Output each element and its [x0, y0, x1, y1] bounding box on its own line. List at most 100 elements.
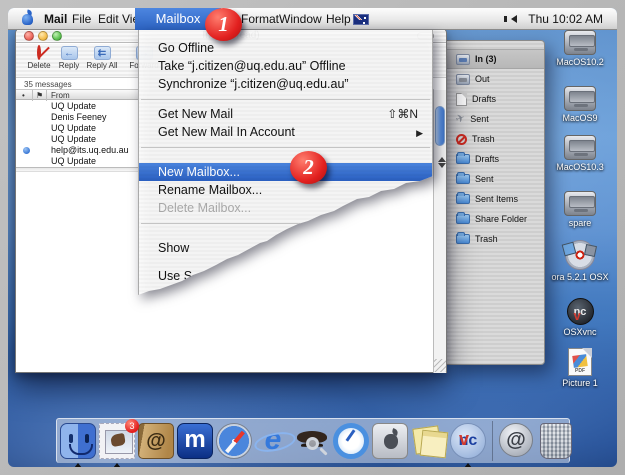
mailbox-label: Sent [475, 174, 494, 184]
dock-item-address-book[interactable]: @ [138, 423, 174, 459]
folder-icon [456, 214, 470, 224]
menu-item-rename-mailbox[interactable]: Rename Mailbox... [139, 181, 432, 199]
menu-window[interactable]: Window [279, 8, 322, 30]
mailbox-label: Sent [470, 114, 489, 124]
hard-drive-icon [564, 86, 596, 111]
scrollbar-arrows[interactable] [436, 150, 445, 172]
menu-padding [139, 30, 432, 39]
menu-item-delete-mailbox: Delete Mailbox... [139, 199, 432, 217]
desktop-icon-eudora[interactable]: ora 5.2.1 OSX [547, 240, 613, 282]
apple-menu[interactable] [21, 8, 35, 30]
mailbox-item-share-folder[interactable]: Share Folder [446, 209, 544, 229]
unread-count-badge: 3 [125, 419, 139, 433]
reply-all-button[interactable]: ⇇ Reply All [82, 46, 122, 70]
column-divider[interactable] [46, 90, 47, 101]
desktop-icon-macos102[interactable]: MacOS10.2 [547, 30, 613, 67]
menu-item-label: New Mailbox... [158, 165, 240, 179]
desktop-icon-label: MacOS10.2 [547, 57, 613, 67]
desktop-icon-picture1[interactable]: PDF Picture 1 [547, 348, 613, 388]
menu-format[interactable]: Format [241, 8, 279, 30]
mailbox-list: In (3) Out Drafts ✈ Sent Trash [446, 49, 544, 249]
pdf-document-icon: PDF [568, 348, 592, 376]
dock-item-system-preferences[interactable] [372, 423, 408, 459]
delete-button[interactable]: Delete [22, 46, 56, 70]
hard-drive-icon [564, 191, 596, 216]
mailbox-item-sent-items[interactable]: Sent Items [446, 189, 544, 209]
running-indicator [74, 459, 82, 467]
mailbox-label: Drafts [472, 94, 496, 104]
dock-item-vnc[interactable]: vnc [450, 423, 486, 459]
mailbox-item-in[interactable]: In (3) [446, 49, 544, 69]
paper-plane-icon: ✈ [454, 112, 466, 125]
menu-item-go-offline[interactable]: Go Offline [139, 39, 432, 57]
menu-item-synchronize[interactable]: Synchronize “j.citizen@uq.edu.au” [139, 75, 432, 93]
apple-icon [22, 14, 33, 25]
menu-item-show[interactable]: Show [139, 239, 432, 257]
mailbox-item-sent[interactable]: ✈ Sent [446, 109, 544, 129]
running-indicator [113, 459, 121, 467]
menu-item-new-mailbox[interactable]: New Mailbox... [139, 163, 432, 181]
menu-item-label: Get New Mail In Account [158, 125, 295, 139]
keyboard-layout-flag-icon[interactable] [353, 14, 369, 25]
sender: UQ Update [51, 123, 96, 133]
menu-item-use-torn[interactable]: Use S [139, 267, 432, 285]
dock-item-mozilla[interactable]: m [177, 423, 213, 459]
dock-item-sherlock[interactable] [294, 423, 330, 459]
desktop-icon-osxvnc[interactable]: vnc OSXvnc [547, 298, 613, 337]
from-column-header[interactable]: From [51, 91, 70, 100]
mailbox-item-trash[interactable]: Trash [446, 129, 544, 149]
menu-item-get-new-mail[interactable]: Get New Mail⇧⌘N [139, 105, 432, 123]
reply-button[interactable]: ← Reply [56, 46, 82, 70]
mailbox-item-trash-imap[interactable]: Trash [446, 229, 544, 249]
dock-item-internet-explorer[interactable]: e [255, 423, 291, 459]
menu-item-take-offline[interactable]: Take “j.citizen@uq.edu.au” Offline [139, 57, 432, 75]
dock-item-stickies[interactable] [411, 423, 447, 459]
mailbox-label: Trash [475, 234, 498, 244]
desktop-icon-macos9[interactable]: MacOS9 [547, 86, 613, 123]
mailbox-item-drafts[interactable]: Drafts [446, 89, 544, 109]
desktop-icon-label: MacOS9 [547, 113, 613, 123]
volume-icon[interactable] [507, 15, 517, 23]
menu-help[interactable]: Help [326, 8, 351, 30]
dock-item-eudora[interactable]: @ [499, 423, 535, 459]
outbox-icon [456, 74, 470, 85]
menu-padding [139, 257, 432, 267]
installer-cd-icon [565, 240, 595, 270]
scrollbar-thumb[interactable] [435, 106, 445, 146]
sender: Denis Feeney [51, 112, 107, 122]
dock-divider [492, 421, 493, 461]
column-divider[interactable] [32, 90, 33, 101]
menu-item-label: Rename Mailbox... [158, 183, 262, 197]
dock-item-mail[interactable]: 3 [99, 423, 135, 459]
mailbox-menu-panel: Go Offline Take “j.citizen@uq.edu.au” Of… [138, 30, 433, 302]
desktop-icon-macos103[interactable]: MacOS10.3 [547, 135, 613, 172]
reply-all-icon: ⇇ [94, 46, 111, 60]
menu-bar-clock[interactable]: Thu 10:02 AM [528, 8, 603, 30]
menu-file[interactable]: File [72, 8, 91, 30]
mailbox-item-sent-imap[interactable]: Sent [446, 169, 544, 189]
quicktime-icon [333, 423, 369, 459]
dock-item-safari[interactable] [216, 423, 252, 459]
menu-item-label: Go Offline [158, 41, 214, 55]
menu-item-get-new-mail-in-account[interactable]: Get New Mail In Account ▶ [139, 123, 432, 141]
menu-mail[interactable]: Mail [44, 8, 67, 30]
dock-item-quicktime[interactable] [333, 423, 369, 459]
toolbar-label: Reply [56, 61, 82, 70]
mailbox-item-drafts-imap[interactable]: Drafts [446, 149, 544, 169]
menu-item-label: Delete Mailbox... [158, 201, 251, 215]
delete-icon [37, 45, 41, 60]
running-indicator [464, 459, 472, 467]
shortcut-label: ⇧⌘N [387, 105, 418, 123]
mailbox-item-out[interactable]: Out [446, 69, 544, 89]
resize-grip[interactable] [433, 359, 446, 372]
dock-item-finder[interactable] [60, 423, 96, 459]
menu-separator [141, 223, 430, 224]
flag-column-header[interactable]: ⚑ [36, 91, 43, 100]
submenu-arrow-icon: ▶ [416, 124, 423, 142]
dock-item-trash[interactable] [538, 423, 574, 459]
desktop-icon-spare[interactable]: spare [547, 191, 613, 228]
menu-item-label: Use S [158, 269, 192, 283]
read-column-header[interactable]: • [22, 91, 25, 100]
menu-edit[interactable]: Edit [98, 8, 119, 30]
vertical-scrollbar[interactable] [433, 90, 446, 373]
